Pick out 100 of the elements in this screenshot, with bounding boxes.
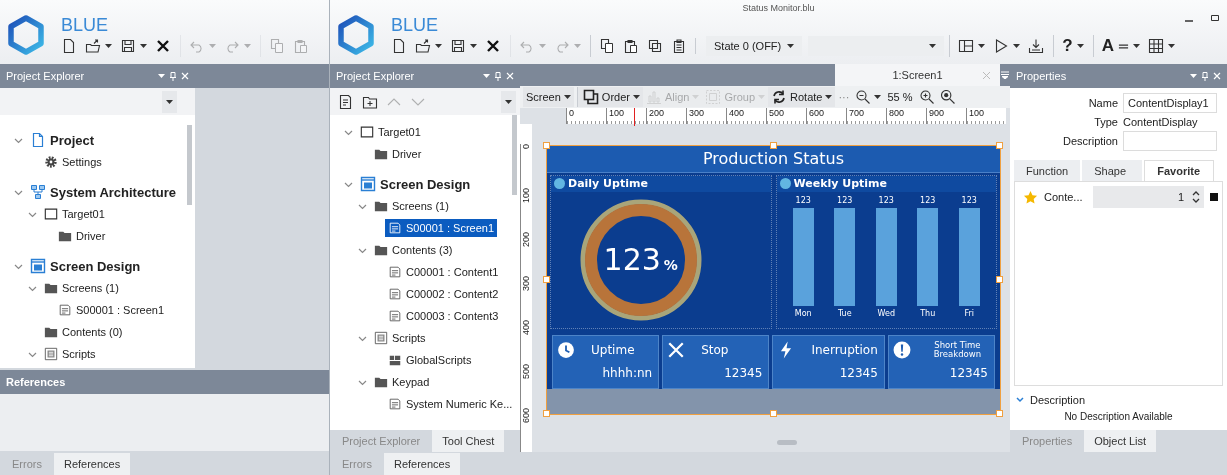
document-icon — [338, 93, 354, 110]
page-icon — [30, 132, 46, 148]
day-label: Wed — [877, 309, 895, 318]
square-icon — [44, 207, 58, 221]
caret-icon — [929, 44, 937, 48]
tree-item[interactable]: Target01 — [41, 205, 108, 223]
align-icon — [646, 88, 662, 105]
cross-icon — [155, 38, 171, 54]
tree-item[interactable]: Settings — [41, 153, 105, 171]
star-icon — [1023, 189, 1038, 205]
tab[interactable]: Function — [1014, 160, 1081, 181]
tree-item[interactable]: Screens (1) — [41, 279, 122, 297]
caret-icon — [633, 94, 640, 99]
panel-menu-icon[interactable] — [158, 74, 165, 78]
zoom-fit-icon — [940, 89, 955, 104]
tree-item[interactable]: Driver — [371, 145, 425, 163]
tab[interactable]: Tool Chest — [432, 430, 505, 452]
group-icon — [705, 88, 722, 105]
panel-menu-icon[interactable] — [483, 74, 490, 78]
tree-item[interactable]: Contents (3) — [371, 241, 456, 259]
card-value: 12345 — [838, 366, 878, 380]
tree-item[interactable]: S00001 : Screen1 — [55, 301, 168, 319]
field-label: Description — [1061, 135, 1118, 147]
tree-item[interactable]: Screens (1) — [371, 197, 452, 215]
tree-item[interactable]: Target01 — [357, 123, 424, 141]
cross-icon — [667, 341, 686, 359]
zoom-level: 55 % — [886, 90, 914, 103]
resize-handle[interactable] — [543, 142, 550, 149]
tab[interactable]: 1:Screen1 — [835, 64, 1000, 86]
screen-title: Production Status — [547, 146, 1000, 173]
tree-item[interactable]: C00003 : Content3 — [385, 307, 502, 325]
zoom-in-icon — [918, 88, 935, 105]
lines-icon — [1117, 43, 1129, 49]
tree-item[interactable]: C00002 : Content2 — [385, 285, 502, 303]
tree-item[interactable]: GlobalScripts — [385, 351, 475, 369]
screen-dropdown[interactable]: Screen — [523, 86, 574, 107]
gauge-value: 123 — [603, 242, 661, 278]
pin-icon[interactable] — [495, 71, 501, 81]
caret-icon — [874, 94, 882, 99]
cursor-marker — [634, 107, 635, 126]
page-icon — [388, 309, 402, 323]
app-name: BLUE — [61, 15, 110, 35]
order-dropdown[interactable]: Order — [576, 86, 643, 107]
caret-icon — [166, 99, 173, 104]
resize-handle[interactable] — [996, 410, 1003, 417]
card-label: Stop — [700, 343, 730, 357]
scrollbar[interactable] — [187, 125, 192, 205]
tree-item[interactable]: Scripts — [371, 329, 429, 347]
tab[interactable]: References — [383, 453, 461, 475]
bar-label: 123 — [795, 196, 811, 205]
field-value: ContentDisplay — [1123, 116, 1199, 128]
spin-arrows-icon[interactable] — [1192, 191, 1200, 203]
card-label: Inerruption — [810, 343, 878, 357]
tree-item[interactable]: System Architecture — [27, 182, 179, 202]
day-label: Thu — [920, 309, 936, 318]
caret-icon — [105, 44, 112, 48]
folder-icon — [44, 281, 58, 295]
caret-icon — [1013, 44, 1021, 48]
tree-item[interactable]: Project — [27, 130, 98, 150]
resize-handle[interactable] — [769, 142, 777, 149]
tree-item[interactable]: Screen Design — [357, 174, 474, 194]
resize-handle[interactable] — [769, 410, 777, 417]
tab[interactable]: Shape — [1082, 160, 1143, 181]
help-button[interactable]: ? — [1053, 35, 1088, 57]
tab-menu-icon[interactable] — [1001, 70, 1009, 79]
tab[interactable]: Object List — [1084, 430, 1157, 452]
page-icon — [61, 38, 77, 54]
tree-item[interactable]: Contents (0) — [41, 323, 126, 341]
text-field[interactable]: ContentDisplay1 — [1123, 93, 1217, 113]
paste-icon — [623, 38, 639, 54]
play-icon — [993, 38, 1010, 54]
tree-item[interactable]: S00001 : Screen1 — [385, 219, 498, 237]
pin-button[interactable] — [162, 90, 177, 113]
text-field[interactable] — [1123, 131, 1217, 151]
page-icon — [388, 221, 402, 235]
page-icon — [388, 265, 402, 279]
maximize-icon[interactable] — [1211, 14, 1219, 22]
number-field[interactable]: 1 — [1092, 186, 1204, 208]
tree-item[interactable]: Scripts — [41, 345, 99, 363]
tree-item[interactable]: Driver — [55, 227, 109, 245]
tree-item[interactable]: System Numeric Ke... — [385, 395, 516, 413]
resize-handle[interactable] — [996, 142, 1003, 149]
font-size-button[interactable]: A — [1092, 35, 1144, 57]
tree-item[interactable]: C00001 : Content1 — [385, 263, 502, 281]
pin-icon[interactable] — [170, 71, 176, 81]
scrollbar-thumb[interactable] — [777, 440, 797, 445]
pin-button[interactable] — [501, 90, 516, 113]
tab[interactable]: References — [53, 453, 131, 475]
resize-handle[interactable] — [543, 276, 550, 283]
resize-handle[interactable] — [543, 410, 550, 417]
rotate-dropdown[interactable]: Rotate — [768, 86, 836, 107]
tab[interactable]: Favorite — [1144, 160, 1215, 181]
rotate-icon — [771, 88, 788, 105]
scrollbar[interactable] — [512, 115, 517, 195]
panel-menu-icon[interactable] — [1190, 74, 1197, 78]
tree-item[interactable]: Keypad — [371, 373, 433, 391]
tree-item[interactable]: Screen Design — [27, 256, 144, 276]
pin-icon[interactable] — [1202, 71, 1208, 81]
caret-icon — [692, 94, 700, 99]
resize-handle[interactable] — [996, 276, 1003, 283]
